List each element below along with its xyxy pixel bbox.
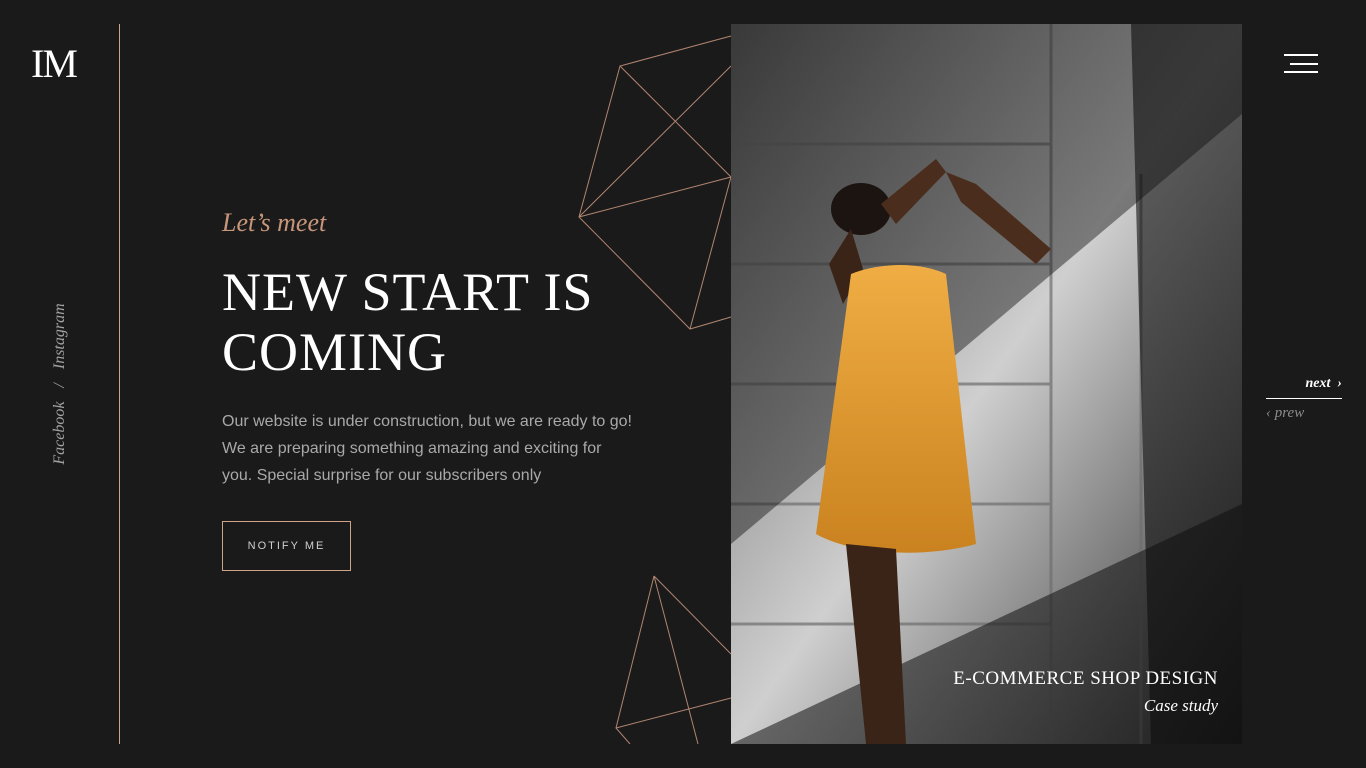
- next-label: next: [1305, 376, 1331, 391]
- vertical-divider: [119, 24, 120, 744]
- hero-description: Our website is under construction, but w…: [222, 413, 632, 484]
- social-links: Facebook / Instagram: [51, 303, 69, 464]
- menu-line: [1284, 71, 1318, 73]
- hero-title-line-1: NEW START IS: [222, 262, 594, 322]
- project-caption: E-COMMERCE SHOP DESIGN Case study: [953, 668, 1218, 716]
- logo[interactable]: IM: [31, 44, 78, 84]
- menu-line: [1284, 54, 1318, 56]
- social-separator: /: [51, 383, 68, 388]
- featured-project-card[interactable]: E-COMMERCE SHOP DESIGN Case study: [731, 24, 1242, 744]
- hero-section: Let’s meet NEW START IS COMING Our websi…: [222, 206, 652, 571]
- featured-photo: [731, 24, 1242, 744]
- chevron-left-icon: ‹: [1266, 405, 1271, 421]
- hamburger-menu-icon[interactable]: [1284, 54, 1318, 74]
- slide-pager: next › ‹ prew: [1266, 376, 1342, 422]
- project-title[interactable]: E-COMMERCE SHOP DESIGN: [953, 668, 1218, 690]
- menu-line: [1290, 63, 1318, 65]
- geometric-decoration-bottom: [615, 575, 732, 744]
- hero-kicker: Let’s meet: [222, 208, 327, 237]
- hero-title: NEW START IS COMING: [222, 262, 652, 382]
- hero-title-line-2: COMING: [222, 322, 448, 382]
- prev-label: prew: [1274, 405, 1305, 421]
- project-subtitle[interactable]: Case study: [953, 696, 1218, 716]
- chevron-right-icon: ›: [1337, 376, 1342, 391]
- prev-slide-link[interactable]: ‹ prew: [1266, 405, 1342, 422]
- instagram-link[interactable]: Instagram: [51, 303, 68, 369]
- next-slide-link[interactable]: next ›: [1266, 376, 1342, 399]
- notify-me-button[interactable]: NOTIFY ME: [222, 521, 351, 571]
- facebook-link[interactable]: Facebook: [51, 402, 68, 465]
